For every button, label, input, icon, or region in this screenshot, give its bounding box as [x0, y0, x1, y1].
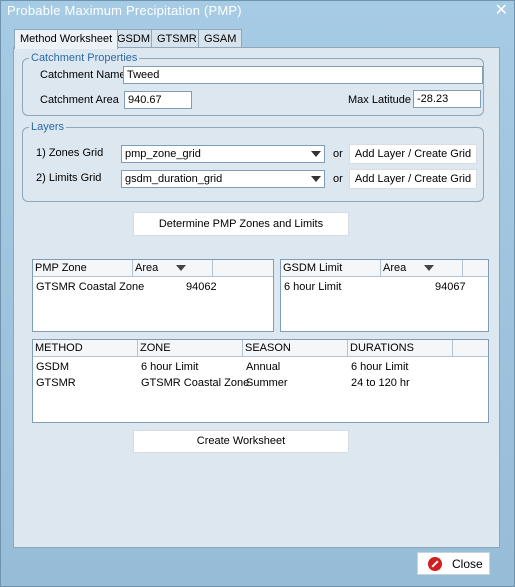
gsdm-limit-table[interactable]: GSDM Limit Area 6 hour Limit 94067: [280, 259, 489, 332]
max-latitude-field[interactable]: -28.23: [413, 90, 481, 108]
chevron-down-icon: [311, 151, 321, 157]
method-cell: GTSMR: [36, 377, 76, 389]
pmp-zone-table-header: PMP Zone Area: [33, 260, 273, 277]
layers-legend: Layers: [31, 121, 65, 133]
catchment-properties-legend: Catchment Properties: [31, 52, 138, 64]
create-worksheet-button[interactable]: Create Worksheet: [133, 430, 349, 453]
close-button[interactable]: Close: [417, 552, 490, 575]
pmp-zone-cell: GTSMR Coastal Zone: [36, 281, 145, 293]
pmp-zone-column-header[interactable]: PMP Zone: [33, 260, 133, 277]
sort-down-icon: [176, 265, 186, 271]
close-button-label: Close: [452, 557, 483, 571]
durations-column-header[interactable]: DURATIONS: [348, 340, 453, 357]
zones-or-label: or: [333, 148, 343, 160]
method-column-header[interactable]: METHOD: [33, 340, 138, 357]
gsdm-limit-column-header[interactable]: GSDM Limit: [281, 260, 381, 277]
pmp-zone-table[interactable]: PMP Zone Area GTSMR Coastal Zone 94062: [32, 259, 274, 332]
durations-cell: 6 hour Limit: [351, 361, 409, 373]
catchment-name-label: Catchment Name: [40, 69, 126, 81]
tab-gsam[interactable]: GSAM: [198, 29, 243, 48]
method-worksheet-panel: Catchment Properties Catchment Name Twee…: [13, 47, 500, 548]
chevron-down-icon: [311, 176, 321, 182]
pmp-area-cell: 94062: [186, 281, 217, 293]
tab-gtsmr[interactable]: GTSMR: [151, 29, 203, 48]
close-icon: [428, 557, 442, 571]
gsdm-area-cell: 94067: [435, 281, 466, 293]
limits-grid-value: gsdm_duration_grid: [125, 173, 223, 185]
catchment-name-field[interactable]: Tweed: [123, 66, 483, 84]
window-close-icon[interactable]: ✕: [495, 1, 508, 21]
zone-cell: 6 hour Limit: [141, 361, 199, 373]
method-table-header: METHOD ZONE SEASON DURATIONS: [33, 340, 488, 357]
limits-grid-label: 2) Limits Grid: [36, 172, 102, 184]
limits-grid-select[interactable]: gsdm_duration_grid: [121, 170, 325, 188]
sort-down-icon: [424, 265, 434, 271]
season-cell: Summer: [246, 377, 288, 389]
durations-cell: 24 to 120 hr: [351, 377, 410, 389]
zones-grid-value: pmp_zone_grid: [125, 148, 201, 160]
zone-column-header[interactable]: ZONE: [138, 340, 243, 357]
title-bar[interactable]: Probable Maximum Precipitation (PMP) ✕: [1, 1, 514, 21]
window-title: Probable Maximum Precipitation (PMP): [7, 3, 242, 18]
gsdm-limit-cell: 6 hour Limit: [284, 281, 342, 293]
pmp-window: Probable Maximum Precipitation (PMP) ✕ M…: [0, 0, 515, 587]
method-cell: GSDM: [36, 361, 69, 373]
pmp-zone-area-column-header[interactable]: Area: [133, 260, 213, 277]
limits-or-label: or: [333, 173, 343, 185]
area-header-label: Area: [135, 262, 159, 274]
gsdm-limit-table-header: GSDM Limit Area: [281, 260, 488, 277]
catchment-area-field[interactable]: 940.67: [124, 91, 192, 109]
zones-grid-label: 1) Zones Grid: [36, 147, 104, 159]
determine-pmp-zones-button[interactable]: Determine PMP Zones and Limits: [133, 212, 349, 236]
max-latitude-label: Max Latitude: [348, 94, 411, 106]
catchment-area-label: Catchment Area: [40, 94, 119, 106]
season-cell: Annual: [246, 361, 281, 373]
add-layer-zones-button[interactable]: Add Layer / Create Grid: [349, 144, 477, 164]
add-layer-limits-button[interactable]: Add Layer / Create Grid: [349, 169, 477, 189]
area-header-label: Area: [383, 262, 407, 274]
tab-method-worksheet[interactable]: Method Worksheet: [14, 29, 119, 49]
method-table[interactable]: METHOD ZONE SEASON DURATIONS GSDM 6 hour…: [32, 339, 489, 423]
zone-cell: GTSMR Coastal Zone: [141, 377, 250, 389]
gsdm-area-column-header[interactable]: Area: [381, 260, 463, 277]
season-column-header[interactable]: SEASON: [243, 340, 348, 357]
zones-grid-select[interactable]: pmp_zone_grid: [121, 145, 325, 163]
